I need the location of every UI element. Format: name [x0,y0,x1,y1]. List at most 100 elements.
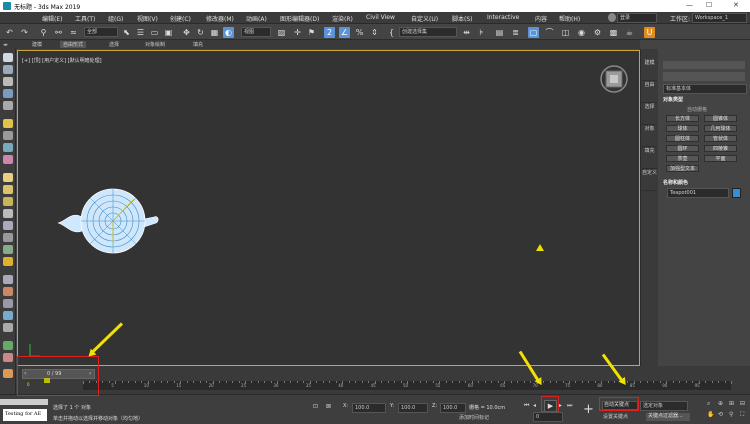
tab-object-paint[interactable]: 对象绘制 [145,41,165,48]
ribbon-toggle-icon[interactable]: ▢ [528,27,539,38]
torus-icon[interactable] [3,209,13,218]
selection-filter-dropdown[interactable]: 全部 [84,27,118,37]
maximize-viewport-icon[interactable]: ⛶ [740,411,744,419]
object-color-swatch[interactable] [732,188,741,198]
menu-interactive[interactable]: Interactive [487,14,519,21]
teapot-tool-icon[interactable] [3,323,13,332]
rendered-frame-icon[interactable]: ▩ [608,27,619,38]
text-plus-button[interactable]: 加强型文本 [666,165,699,172]
pivot-icon[interactable]: ▨ [276,27,287,38]
object-type-title[interactable]: 对象类型 [663,96,683,103]
move-icon[interactable]: ✥ [181,27,192,38]
zoom-extents-icon[interactable]: ⊞ [729,400,734,407]
create-icon[interactable] [3,53,13,62]
menu-help[interactable]: 帮助(H) [559,14,580,23]
pyramid-button[interactable]: 四棱锥 [704,145,737,152]
y-coordinate[interactable]: 100.0 [398,403,428,413]
box-button[interactable]: 长方体 [666,115,699,122]
select-manipulate-icon[interactable]: ✛ [292,27,303,38]
menu-graph-editors[interactable]: 图形编辑器(D) [280,14,319,23]
current-frame-input[interactable]: 0 [533,412,563,422]
category-dropdown[interactable]: 标准基本体 [663,84,747,94]
plane-icon[interactable] [3,245,13,254]
helper-icon[interactable] [3,143,13,152]
path-icon[interactable] [3,275,13,284]
geosphere-button[interactable]: 几何球体 [704,125,737,132]
menu-scripting[interactable]: 脚本(S) [452,14,473,23]
scale-icon[interactable]: ▦ [209,27,220,38]
next-frame-icon[interactable]: ▸ [559,402,562,409]
menu-create[interactable]: 创建(C) [170,14,191,23]
menu-content[interactable]: 内容 [535,14,547,23]
compound-icon[interactable] [3,299,13,308]
menu-civil-view[interactable]: Civil View [366,14,395,21]
plane-button[interactable]: 平面 [704,155,737,162]
keyboard-shortcut-icon[interactable]: ⚑ [306,27,317,38]
select-by-name-icon[interactable]: ☰ [135,27,146,38]
bind-spacewarp-icon[interactable]: ≈ [68,27,79,38]
teapot-button[interactable]: 茶壶 [666,155,699,162]
redo-icon[interactable]: ↷ [19,27,30,38]
panel-tab-strip[interactable] [663,61,745,69]
globe-icon[interactable] [3,311,13,320]
mirror-icon[interactable]: ⇹ [461,27,472,38]
add-time-tag[interactable]: 添加时间标记 [459,414,489,421]
stairs-icon[interactable] [3,353,13,362]
sphere-icon[interactable] [3,185,13,194]
rect-select-icon[interactable]: ▭ [149,27,160,38]
zoom-all-icon[interactable]: ⊕ [718,400,723,407]
particle-icon[interactable] [3,287,13,296]
placement-icon[interactable]: ◐ [223,27,234,38]
menu-rendering[interactable]: 渲染(R) [332,14,353,23]
percent-snap-icon[interactable]: % [354,27,365,38]
light-icon[interactable] [3,119,13,128]
selected-object-dropdown[interactable]: 选定对象 [640,401,688,411]
box-icon[interactable] [3,173,13,182]
tube-icon[interactable] [3,233,13,242]
perspective-viewport[interactable]: [+] [顶] [用户定义] [默认明暗处理] [17,50,640,366]
character-icon[interactable] [3,369,13,378]
sphere-button[interactable]: 球体 [666,125,699,132]
side-tab-populate[interactable]: 填充 [642,147,657,169]
x-coordinate[interactable]: 100.0 [352,403,386,413]
reference-coord-dropdown[interactable]: 视图 [241,27,271,37]
name-color-title[interactable]: 名称和颜色 [663,179,688,186]
render-setup-icon[interactable]: ⚙ [592,27,603,38]
snap-2d-icon[interactable]: 2 [324,27,335,38]
menu-edit[interactable]: 编辑(E) [42,14,62,23]
render-icon[interactable]: ☕ [624,27,635,38]
lock-icon[interactable]: ⊡ [313,403,318,410]
minimize-button[interactable]: — [686,1,693,9]
modify-icon[interactable] [3,65,13,74]
menu-animation[interactable]: 动画(A) [246,14,267,23]
light-marker[interactable] [536,244,544,251]
go-to-end-icon[interactable]: ⏭ [567,402,572,410]
field-of-view-icon[interactable]: ⊟ [740,400,745,407]
tab-modeling[interactable]: 建模 [32,41,42,48]
cylinder-icon[interactable] [3,197,13,206]
unlink-icon[interactable]: ⚯ [53,27,64,38]
spacewarp-icon[interactable] [3,155,13,164]
side-tab-custom[interactable]: 自定义 [642,169,657,191]
walkthrough-icon[interactable]: ⚲ [729,411,733,418]
cone-button[interactable]: 圆锥体 [704,115,737,122]
edit-named-sets-icon[interactable]: { [386,27,397,38]
tube-button[interactable]: 管状体 [704,135,737,142]
side-tab-object[interactable]: 对象 [642,125,657,147]
material-editor-icon[interactable]: ◉ [576,27,587,38]
align-icon[interactable]: ⊧ [476,27,487,38]
curve-editor-icon[interactable]: ⌒ [544,27,555,38]
set-key-button[interactable]: 设置关键点 [603,413,628,420]
display-icon[interactable] [3,101,13,110]
angle-snap-icon[interactable]: ∠ [339,27,350,38]
plugin-icon[interactable]: U [644,27,655,38]
isolate-icon[interactable]: ⊠ [326,403,331,410]
sign-in-dropdown[interactable]: 登录 [617,13,657,23]
spinner-snap-icon[interactable]: ⇕ [369,27,380,38]
track-bar[interactable]: 5 10 15 20 25 30 35 40 45 50 55 60 65 70 75 80 85 90 95 [83,381,732,390]
ribbon-collapse-icon[interactable]: ◂▸ [3,42,8,48]
maximize-button[interactable]: ☐ [706,1,712,9]
cone-icon[interactable] [3,221,13,230]
menu-tools[interactable]: 工具(T) [75,14,95,23]
zoom-icon[interactable]: ⌕ [707,400,710,408]
